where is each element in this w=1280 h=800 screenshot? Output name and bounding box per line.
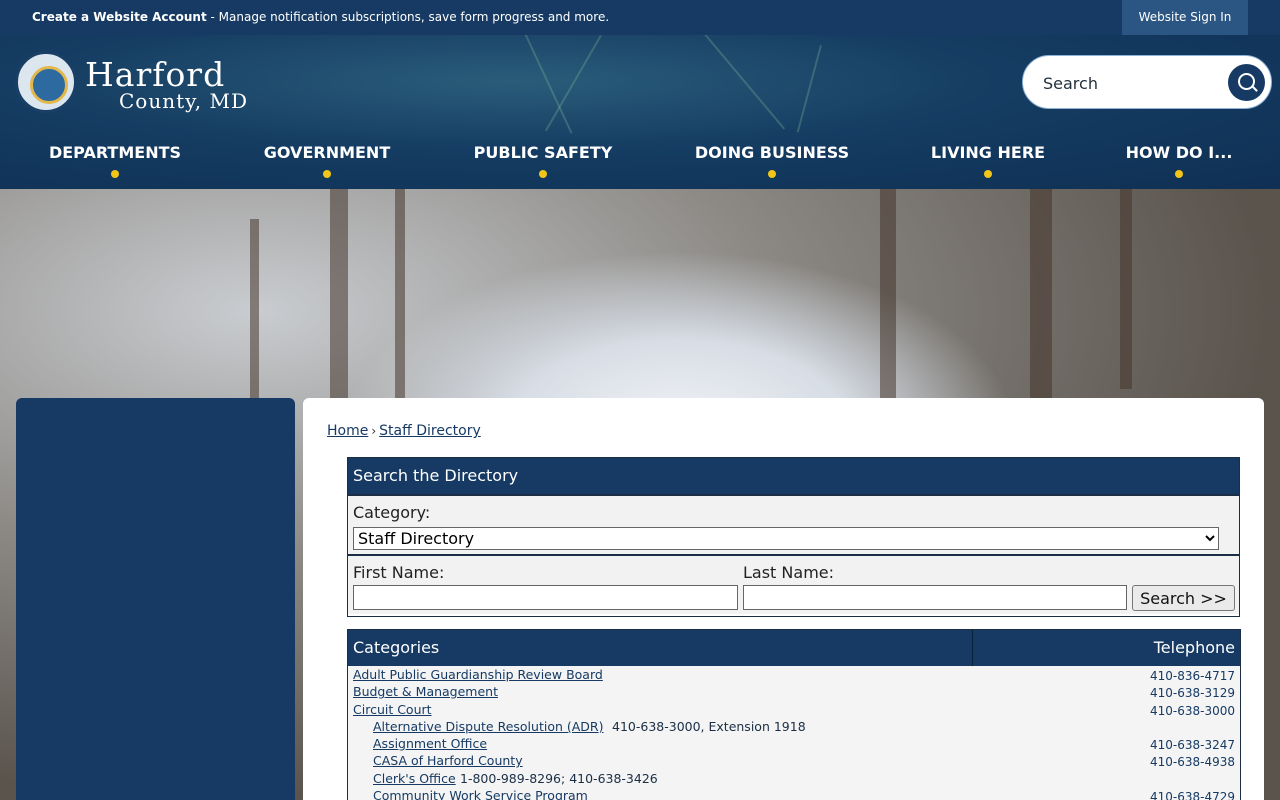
account-message: Create a Website Account - Manage notifi… bbox=[32, 10, 609, 24]
subcategory-link[interactable]: Assignment Office bbox=[373, 736, 487, 751]
telephone-value: 410-638-4729 bbox=[1149, 790, 1235, 800]
decor-trunk bbox=[395, 189, 405, 399]
subcategory-link[interactable]: Clerk's Office bbox=[373, 771, 456, 786]
nav-dot-icon bbox=[1175, 170, 1183, 178]
directory-search-button[interactable]: Search >> bbox=[1132, 585, 1235, 611]
nav-label: DEPARTMENTS bbox=[48, 143, 182, 162]
decor-branch bbox=[796, 45, 822, 133]
table-header: Categories Telephone bbox=[348, 630, 1240, 666]
telephone-value: 410-638-4938 bbox=[1149, 755, 1235, 770]
col-divider bbox=[972, 630, 973, 666]
create-account-link[interactable]: Create a Website Account bbox=[32, 10, 207, 24]
site-search bbox=[1022, 55, 1272, 109]
first-name-label: First Name: bbox=[353, 563, 445, 582]
nav-departments[interactable]: DEPARTMENTS bbox=[40, 143, 190, 183]
decor-trunk bbox=[1030, 189, 1052, 399]
table-row: Assignment Office 410-638-3247 bbox=[348, 736, 1240, 753]
table-row: Adult Public Guardianship Review Board 4… bbox=[348, 667, 1240, 684]
decor-branch bbox=[700, 35, 786, 130]
table-body: Adult Public Guardianship Review Board 4… bbox=[348, 666, 1240, 800]
category-link[interactable]: Budget & Management bbox=[353, 684, 498, 699]
nav-public-safety[interactable]: PUBLIC SAFETY bbox=[463, 143, 623, 183]
decor-trunk bbox=[250, 219, 259, 399]
main-content: Home › Staff Directory Search the Director… bbox=[303, 398, 1264, 800]
directory-search-title: Search the Directory bbox=[348, 458, 1239, 494]
site-header: Harford County, MD DEPARTMENTS GOVERNMEN… bbox=[0, 35, 1280, 189]
top-bar: Create a Website Account - Manage notifi… bbox=[0, 0, 1280, 35]
breadcrumb-separator: › bbox=[371, 424, 377, 438]
inline-phone-text: 1-800-989-8296; 410-638-3426 bbox=[460, 770, 658, 786]
name-search-section: First Name: Last Name: Search >> bbox=[348, 554, 1239, 614]
nav-label: GOVERNMENT bbox=[263, 143, 391, 162]
nav-doing-business[interactable]: DOING BUSINESS bbox=[687, 143, 857, 183]
subcategory-link[interactable]: Alternative Dispute Resolution (ADR) bbox=[373, 719, 604, 734]
main-nav: DEPARTMENTS GOVERNMENT PUBLIC SAFETY DOI… bbox=[0, 143, 1280, 183]
nav-dot-icon bbox=[323, 170, 331, 178]
table-row: Alternative Dispute Resolution (ADR) 410… bbox=[348, 719, 1240, 736]
directory-search-panel: Search the Directory Category: Staff Dir… bbox=[347, 457, 1240, 617]
telephone-value: 410-638-3247 bbox=[1149, 738, 1235, 753]
decor-trunk bbox=[1120, 189, 1132, 389]
first-name-field[interactable] bbox=[353, 585, 738, 610]
nav-government[interactable]: GOVERNMENT bbox=[252, 143, 402, 183]
nav-dot-icon bbox=[768, 170, 776, 178]
category-link[interactable]: Adult Public Guardianship Review Board bbox=[353, 667, 603, 682]
nav-label: PUBLIC SAFETY bbox=[473, 143, 613, 162]
col-header-categories: Categories bbox=[353, 638, 440, 657]
nav-label: HOW DO I... bbox=[1125, 143, 1233, 162]
table-row: CASA of Harford County 410-638-4938 bbox=[348, 753, 1240, 770]
last-name-field[interactable] bbox=[743, 585, 1127, 610]
nav-dot-icon bbox=[984, 170, 992, 178]
search-input[interactable] bbox=[1043, 70, 1223, 96]
col-header-telephone: Telephone bbox=[1153, 638, 1235, 657]
subcategory-link[interactable]: CASA of Harford County bbox=[373, 753, 523, 768]
left-sidebar bbox=[16, 398, 295, 800]
website-sign-in-button[interactable]: Website Sign In bbox=[1122, 0, 1248, 35]
county-logo[interactable]: Harford County, MD bbox=[15, 51, 255, 121]
inline-phone-text: 410-638-3000, Extension 1918 bbox=[612, 718, 806, 734]
search-icon[interactable] bbox=[1228, 64, 1265, 101]
nav-how-do-i[interactable]: HOW DO I... bbox=[1114, 143, 1244, 183]
table-row: Clerk's Office 1-800-989-8296; 410-638-3… bbox=[348, 771, 1240, 788]
brand-subname: County, MD bbox=[119, 89, 249, 113]
category-select[interactable]: Staff Directory bbox=[353, 527, 1219, 550]
breadcrumb-current-link[interactable]: Staff Directory bbox=[379, 423, 481, 439]
decor-trunk bbox=[880, 189, 896, 409]
last-name-label: Last Name: bbox=[743, 563, 835, 582]
categories-table: Categories Telephone Adult Public Guardi… bbox=[347, 629, 1241, 800]
category-section: Category: Staff Directory bbox=[348, 494, 1239, 554]
decor-branch bbox=[520, 35, 573, 134]
table-row: Circuit Court 410-638-3000 bbox=[348, 702, 1240, 719]
telephone-value: 410-638-3129 bbox=[1149, 686, 1235, 701]
category-label: Category: bbox=[353, 503, 431, 522]
breadcrumb: Home › Staff Directory bbox=[327, 423, 481, 439]
table-row: Budget & Management 410-638-3129 bbox=[348, 684, 1240, 701]
nav-label: LIVING HERE bbox=[930, 143, 1046, 162]
nav-living-here[interactable]: LIVING HERE bbox=[918, 143, 1058, 183]
category-link[interactable]: Circuit Court bbox=[353, 702, 432, 717]
decor-branch bbox=[545, 35, 602, 132]
nav-dot-icon bbox=[111, 170, 119, 178]
decor-trunk bbox=[330, 189, 348, 419]
account-message-text: - Manage notification subscriptions, sav… bbox=[206, 10, 610, 24]
subcategory-link[interactable]: Community Work Service Program bbox=[373, 788, 588, 800]
nav-label: DOING BUSINESS bbox=[694, 143, 850, 162]
table-row: Community Work Service Program 410-638-4… bbox=[348, 788, 1240, 800]
telephone-value: 410-638-3000 bbox=[1149, 703, 1235, 718]
telephone-value: 410-836-4717 bbox=[1149, 669, 1235, 683]
county-seal-icon bbox=[15, 51, 77, 113]
breadcrumb-home-link[interactable]: Home bbox=[327, 423, 368, 439]
nav-dot-icon bbox=[539, 170, 547, 178]
